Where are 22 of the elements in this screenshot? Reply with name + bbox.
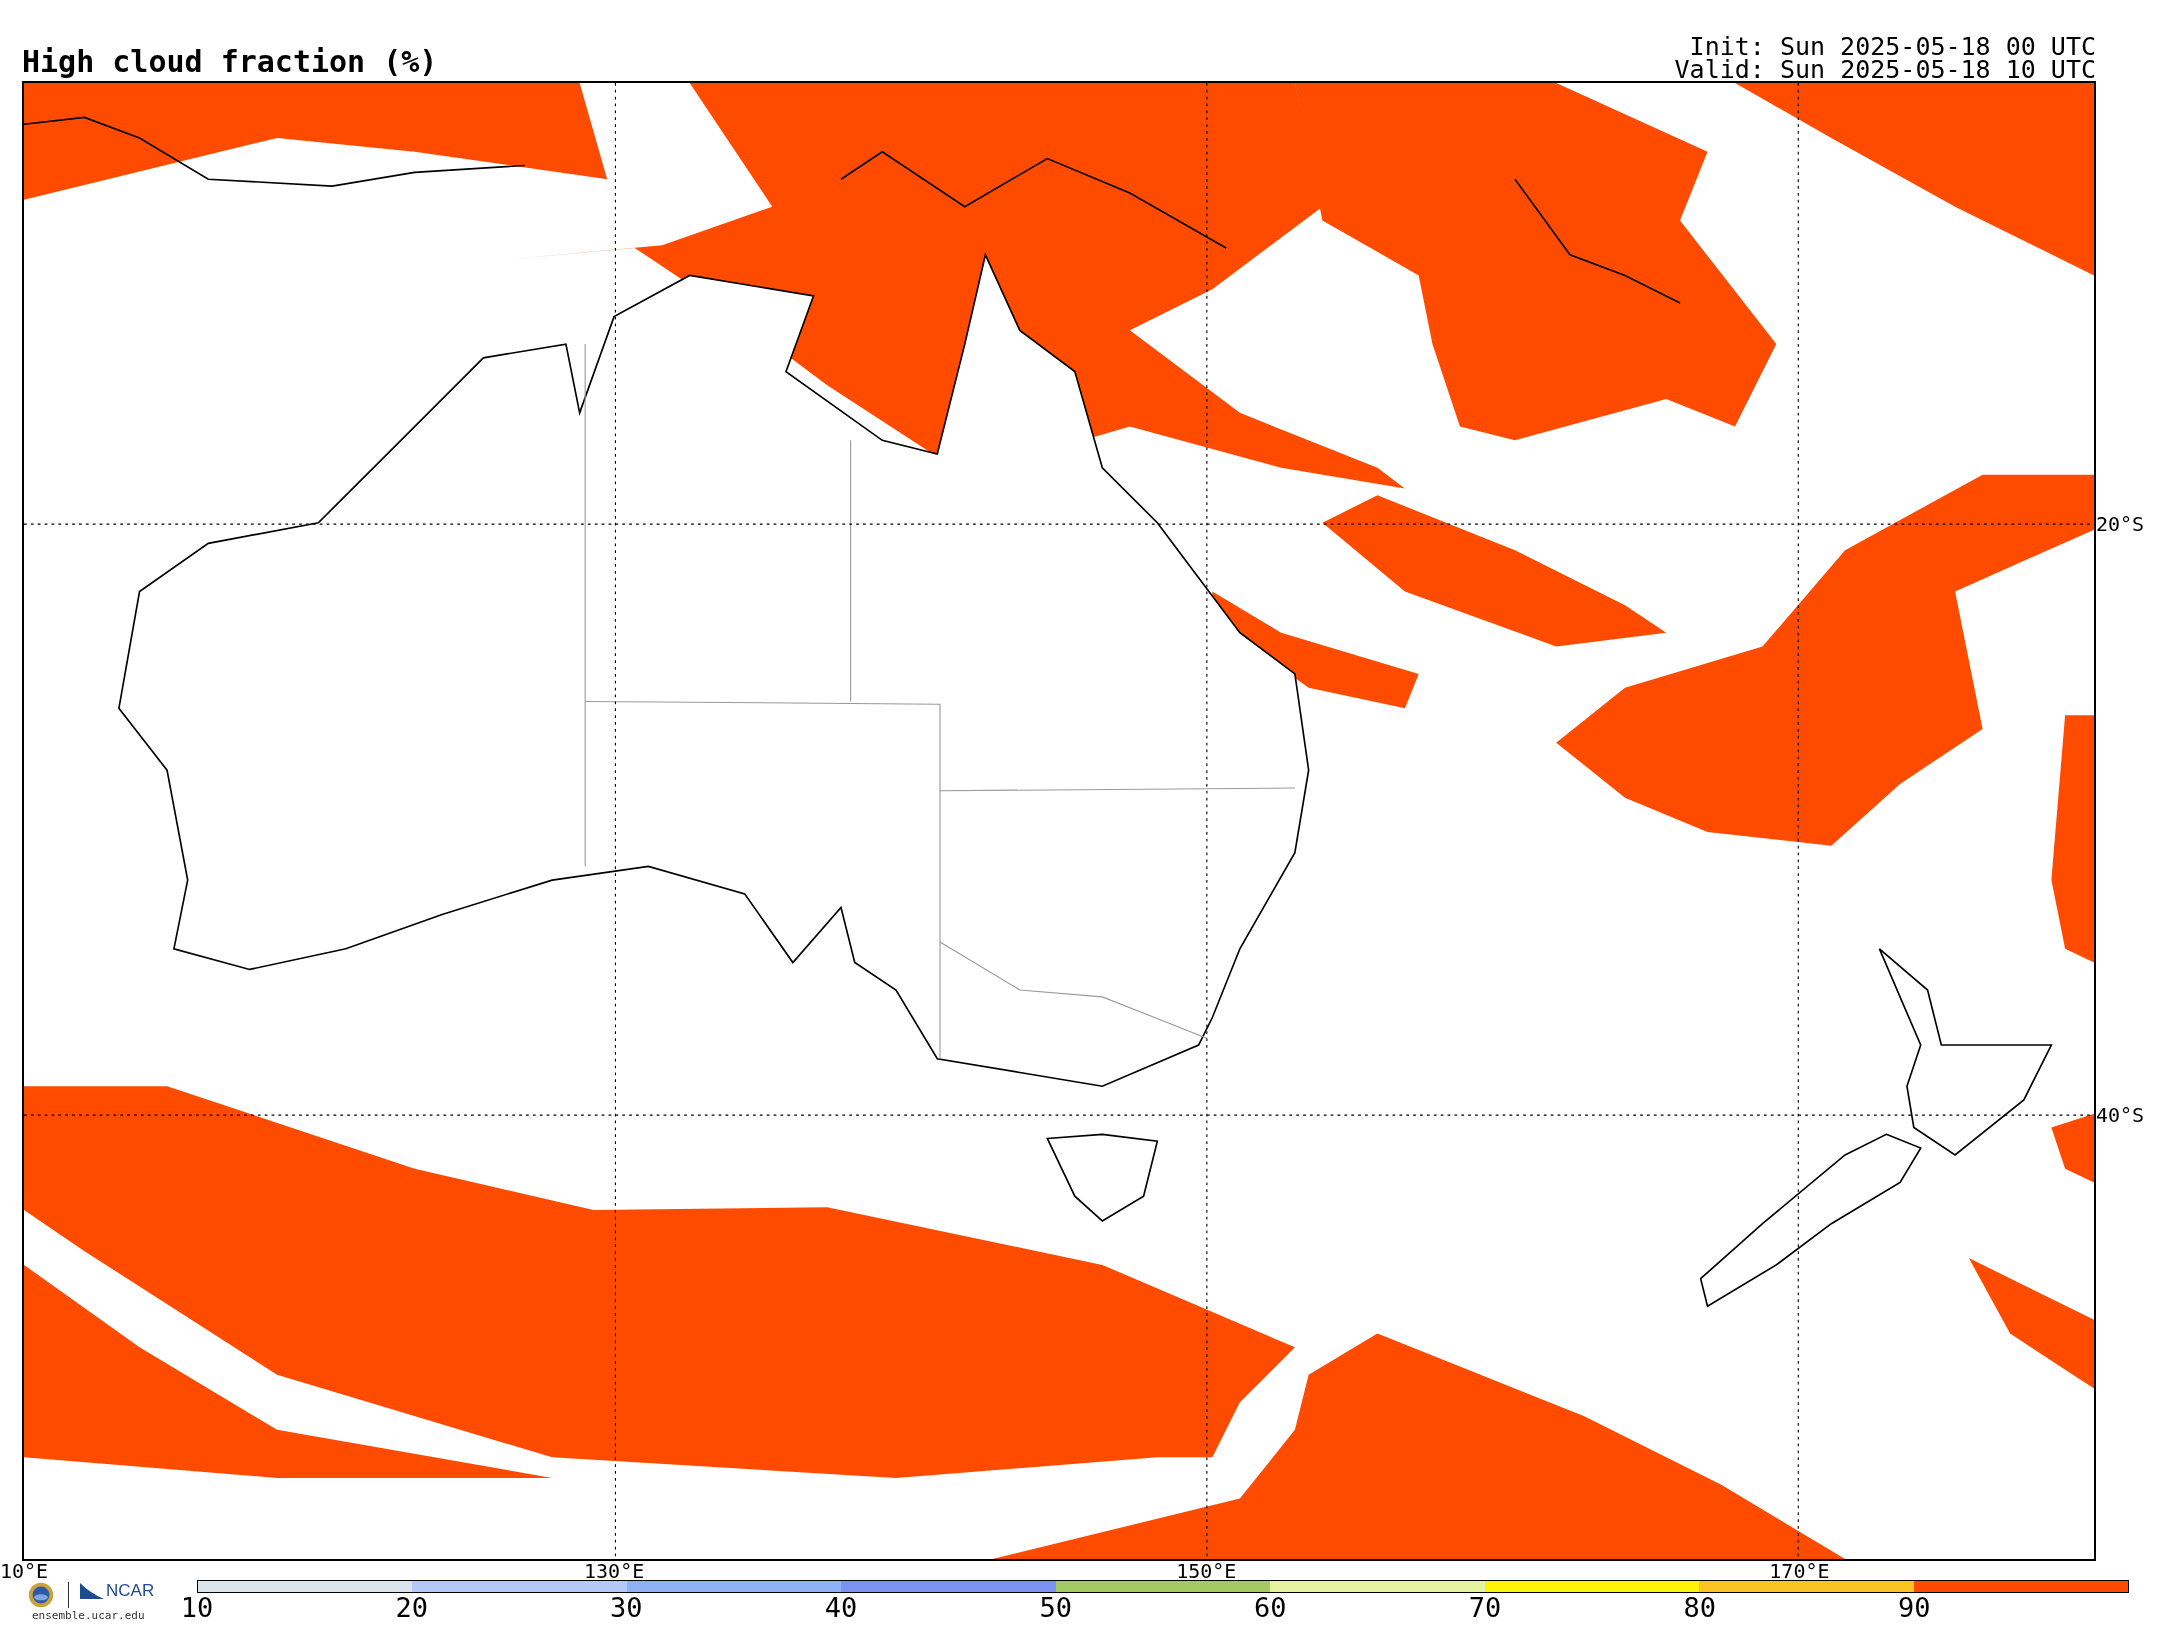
map-title: High cloud fraction (%) xyxy=(22,47,438,81)
colorbar-tick: 60 xyxy=(1254,1593,1287,1623)
swoosh-icon xyxy=(80,1583,104,1599)
longitude-label: 130°E xyxy=(584,1561,645,1581)
org-name: NCAR xyxy=(106,1581,155,1601)
colorbar-tick: 40 xyxy=(824,1593,858,1623)
colorbar-tick: 30 xyxy=(610,1593,643,1623)
colorbar-tick: 90 xyxy=(1898,1593,1931,1623)
longitude-label: 170°E xyxy=(1769,1561,1830,1581)
site-url: ensemble.ucar.edu xyxy=(32,1609,145,1622)
colorbar-tick: 50 xyxy=(1039,1593,1072,1623)
run-time-label: Init: Sun 2025-05-18 00 UTC xyxy=(1689,35,2096,58)
latitude-label: 20°S xyxy=(2096,512,2145,537)
latitude-label: 40°S xyxy=(2096,1102,2145,1127)
longitude-label: 150°E xyxy=(1176,1561,1237,1581)
colorbar-tick: 20 xyxy=(395,1593,428,1623)
seal-icon xyxy=(28,1582,54,1608)
run-time-label: Valid: Sun 2025-05-18 10 UTC xyxy=(1674,58,2096,81)
colorbar-tick: 70 xyxy=(1468,1593,1502,1623)
longitude-label: 10°E xyxy=(0,1561,49,1581)
colorbar-tick: 10 xyxy=(180,1593,214,1623)
colorbar-tick: 80 xyxy=(1683,1593,1716,1623)
